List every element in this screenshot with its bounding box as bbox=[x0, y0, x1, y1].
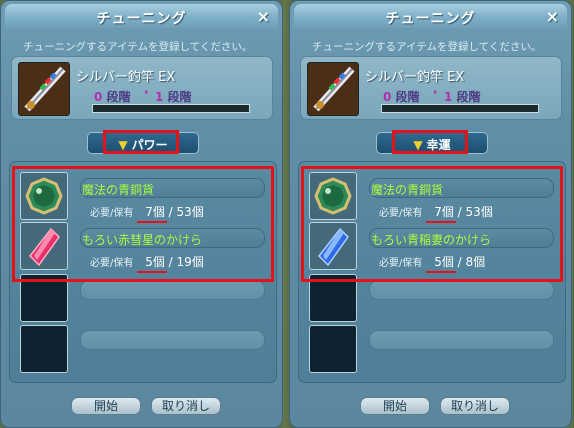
cancel-button[interactable]: 取り消し bbox=[440, 397, 510, 415]
level-star-icon: ﾟ bbox=[433, 90, 440, 104]
title-bar[interactable]: チューニング × bbox=[294, 4, 567, 28]
instruction-text: チューニングするアイテムを登録してください。 bbox=[312, 41, 542, 53]
material-name-bar-empty bbox=[369, 330, 554, 350]
level-star-icon: ﾟ bbox=[144, 90, 151, 104]
window-title: チューニング bbox=[385, 11, 476, 27]
material-name-bar-empty bbox=[80, 330, 265, 350]
dropdown-triangle-icon: ▼ bbox=[413, 138, 423, 152]
item-slot-box[interactable]: シルバー釣竿 EX 0 段階 ﾟ 1 段階 bbox=[11, 56, 273, 120]
tuning-gauge bbox=[92, 104, 250, 113]
level-unit: 段階 bbox=[167, 90, 192, 104]
window-title: チューニング bbox=[96, 11, 187, 27]
tuning-levels: 0 段階 ﾟ 1 段階 bbox=[383, 88, 481, 105]
highlight-frame bbox=[301, 166, 563, 282]
level-unit: 段階 bbox=[456, 90, 481, 104]
item-name: シルバー釣竿 EX bbox=[365, 70, 465, 85]
fishing-rod-icon bbox=[307, 62, 359, 116]
cancel-button[interactable]: 取り消し bbox=[151, 397, 221, 415]
stat-label: 幸運 bbox=[426, 138, 451, 152]
item-slot-box[interactable]: シルバー釣竿 EX 0 段階 ﾟ 1 段階 bbox=[300, 56, 562, 120]
tuning-window-left: チューニング × チューニングするアイテムを登録してください。 シルバー釣竿 E… bbox=[0, 0, 283, 428]
material-slot-empty[interactable] bbox=[20, 325, 68, 373]
start-button[interactable]: 開始 bbox=[360, 397, 430, 415]
tuning-gauge bbox=[381, 104, 539, 113]
level-unit: 段階 bbox=[106, 90, 131, 104]
title-bar[interactable]: チューニング × bbox=[5, 4, 278, 28]
level-value: 1 bbox=[443, 90, 453, 104]
fishing-rod-icon bbox=[18, 62, 70, 116]
level-value: 0 bbox=[383, 90, 392, 104]
material-slot-empty[interactable] bbox=[309, 325, 357, 373]
tuning-window-right: チューニング × チューニングするアイテムを登録してください。 シルバー釣竿 E… bbox=[289, 0, 572, 428]
material-name-bar-empty bbox=[369, 280, 554, 300]
stat-selector[interactable]: ▼ パワー bbox=[87, 130, 199, 154]
level-value: 0 bbox=[94, 90, 103, 104]
instruction-text: チューニングするアイテムを登録してください。 bbox=[23, 41, 253, 53]
close-icon[interactable]: × bbox=[546, 7, 559, 26]
level-unit: 段階 bbox=[395, 90, 420, 104]
stat-label: パワー bbox=[131, 138, 168, 152]
dropdown-triangle-icon: ▼ bbox=[118, 138, 128, 152]
level-value: 1 bbox=[154, 90, 164, 104]
start-button[interactable]: 開始 bbox=[71, 397, 141, 415]
tuning-levels: 0 段階 ﾟ 1 段階 bbox=[94, 88, 192, 105]
material-name-bar-empty bbox=[80, 280, 265, 300]
close-icon[interactable]: × bbox=[257, 7, 270, 26]
stat-selector[interactable]: ▼ 幸運 bbox=[376, 130, 488, 154]
item-name: シルバー釣竿 EX bbox=[76, 70, 176, 85]
highlight-frame bbox=[12, 166, 274, 282]
